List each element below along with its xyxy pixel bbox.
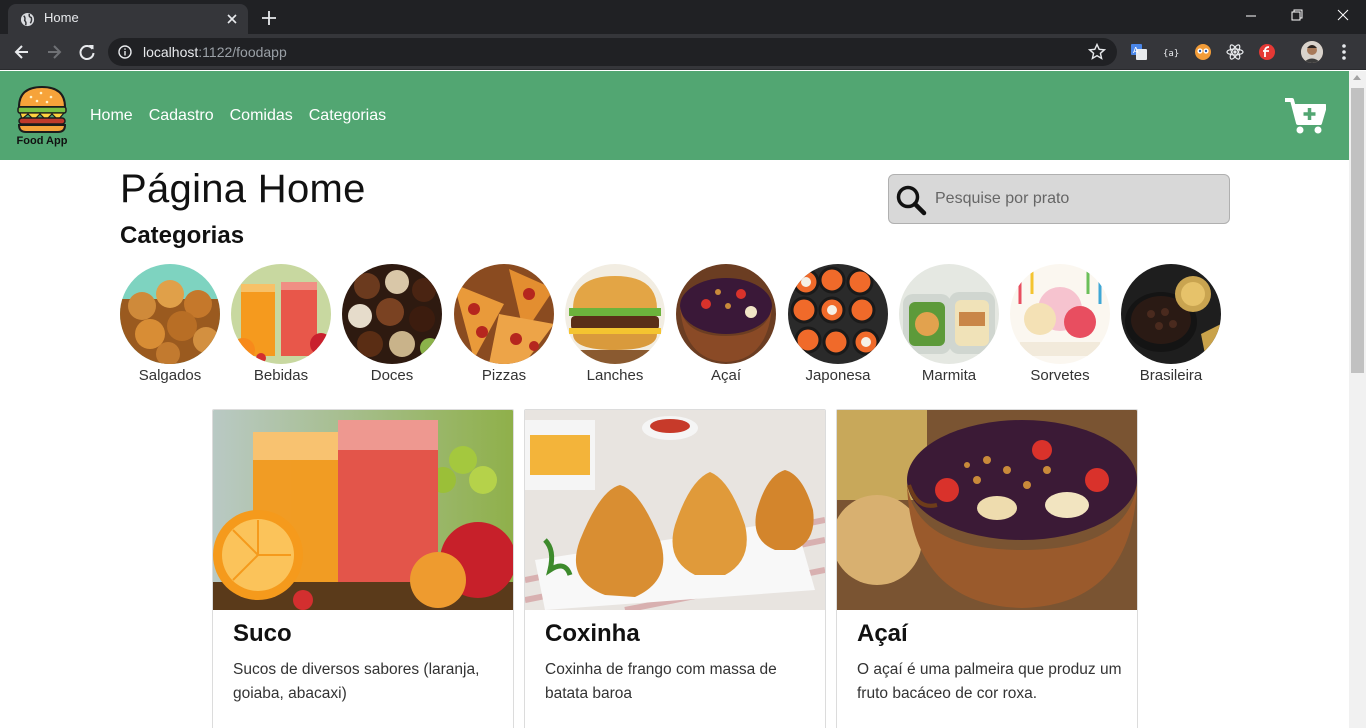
card-title: Açaí (857, 620, 908, 647)
category-bebidas[interactable]: Bebidas (231, 264, 331, 384)
card-title: Suco (233, 620, 292, 647)
url-host: localhost (143, 44, 199, 60)
card-title: Coxinha (545, 620, 640, 647)
site-navbar: Food App Home Cadastro Comidas Categoria… (0, 71, 1349, 160)
page-viewport: Food App Home Cadastro Comidas Categoria… (0, 71, 1366, 728)
category-doces[interactable]: Doces (342, 264, 442, 384)
nav-link-cadastro[interactable]: Cadastro (149, 107, 214, 125)
url-text: localhost:1122/foodapp (143, 44, 287, 60)
tab-title: Home (44, 10, 79, 25)
card-description: Coxinha de frango com massa de batata ba… (545, 661, 777, 702)
categories-heading: Categorias (120, 222, 245, 249)
category-acai[interactable]: Açaí (676, 264, 776, 384)
forward-arrow-icon[interactable] (44, 42, 64, 62)
nav-links: Home Cadastro Comidas Categorias (90, 107, 386, 125)
browser-toolbar: localhost:1122/foodapp A {a} (0, 34, 1366, 70)
lanches-image (565, 264, 665, 364)
logo-caption: Food App (17, 135, 68, 147)
category-label: Açaí (710, 367, 741, 384)
japonesa-image (788, 264, 888, 364)
food-card-acai[interactable]: Açaí O açaí é uma palmeira que produz um… (836, 409, 1138, 728)
scroll-up-arrow-icon[interactable] (1353, 75, 1361, 80)
bookmark-star-icon[interactable] (1088, 43, 1106, 61)
salgados-image (120, 264, 220, 364)
category-label: Doces (370, 367, 414, 384)
category-label: Bebidas (253, 367, 309, 384)
category-label: Sorvetes (1030, 367, 1090, 384)
card-description: Sucos de diversos sabores (laranja, goia… (233, 661, 480, 702)
minimize-icon[interactable] (1228, 0, 1274, 30)
close-window-icon[interactable] (1320, 0, 1366, 30)
page-title: Página Home (120, 167, 366, 211)
back-arrow-icon[interactable] (12, 42, 32, 62)
address-bar[interactable]: localhost:1122/foodapp (108, 38, 1117, 66)
category-lanches[interactable]: Lanches (565, 264, 665, 384)
marmita-image (899, 264, 999, 364)
search-input[interactable] (935, 187, 1215, 211)
svg-text:A: A (1133, 46, 1139, 55)
browser-tab-home[interactable]: Home (8, 4, 248, 34)
category-marmita[interactable]: Marmita (899, 264, 999, 384)
restore-icon[interactable] (1274, 0, 1320, 30)
add-to-cart-icon[interactable] (1284, 97, 1326, 135)
food-card-suco[interactable]: Suco Sucos de diversos sabores (laranja,… (212, 409, 514, 728)
coxinha-image (525, 410, 825, 610)
acai-card-image (837, 410, 1137, 610)
nav-link-comidas[interactable]: Comidas (230, 107, 293, 125)
translate-extension-icon[interactable]: A (1130, 43, 1148, 61)
scroll-thumb[interactable] (1351, 88, 1364, 373)
sorvetes-image (1010, 264, 1110, 364)
brasileira-image (1121, 264, 1221, 364)
url-path: :1122/foodapp (198, 44, 287, 60)
info-icon[interactable] (118, 45, 132, 59)
pizzas-image (454, 264, 554, 364)
category-label: Japonesa (805, 367, 871, 384)
owl-extension-icon[interactable] (1194, 43, 1212, 61)
json-extension-icon[interactable]: {a} (1162, 43, 1180, 61)
close-tab-icon[interactable] (225, 12, 239, 26)
categories-row: Salgados Bebidas Doces Pizzas Lanches Aç… (120, 264, 1230, 386)
nav-link-categorias[interactable]: Categorias (309, 107, 386, 125)
category-sorvetes[interactable]: Sorvetes (1010, 264, 1110, 384)
flash-extension-icon[interactable] (1258, 43, 1276, 61)
doces-image (342, 264, 442, 364)
globe-icon (20, 12, 35, 27)
profile-avatar[interactable] (1301, 41, 1323, 63)
browser-tab-bar: Home (0, 0, 1366, 34)
category-brasileira[interactable]: Brasileira (1121, 264, 1221, 384)
user-avatar-icon (1301, 41, 1323, 63)
category-japonesa[interactable]: Japonesa (788, 264, 888, 384)
logo-caption-svg: Food App (17, 135, 68, 147)
nav-link-home[interactable]: Home (90, 107, 133, 125)
acai-image (676, 264, 776, 364)
category-label: Marmita (921, 367, 977, 384)
suco-image (213, 410, 513, 610)
page-scrollbar[interactable] (1349, 71, 1366, 728)
category-label: Pizzas (481, 367, 527, 384)
food-card-coxinha[interactable]: Coxinha Coxinha de frango com massa de b… (524, 409, 826, 728)
category-salgados[interactable]: Salgados (120, 264, 220, 384)
card-description: O açaí é uma palmeira que produz um frut… (857, 661, 1122, 702)
search-icon[interactable] (895, 184, 927, 216)
bebidas-image (231, 264, 331, 364)
category-label: Salgados (138, 367, 202, 384)
new-tab-icon[interactable] (259, 8, 279, 28)
svg-text:{a}: {a} (1163, 49, 1179, 59)
category-label: Brasileira (1139, 367, 1203, 384)
category-pizzas[interactable]: Pizzas (454, 264, 554, 384)
browser-menu-icon[interactable] (1337, 42, 1351, 62)
react-devtools-icon[interactable] (1226, 43, 1244, 61)
category-label: Lanches (586, 367, 644, 384)
reload-icon[interactable] (77, 42, 97, 62)
search-box (888, 174, 1230, 224)
